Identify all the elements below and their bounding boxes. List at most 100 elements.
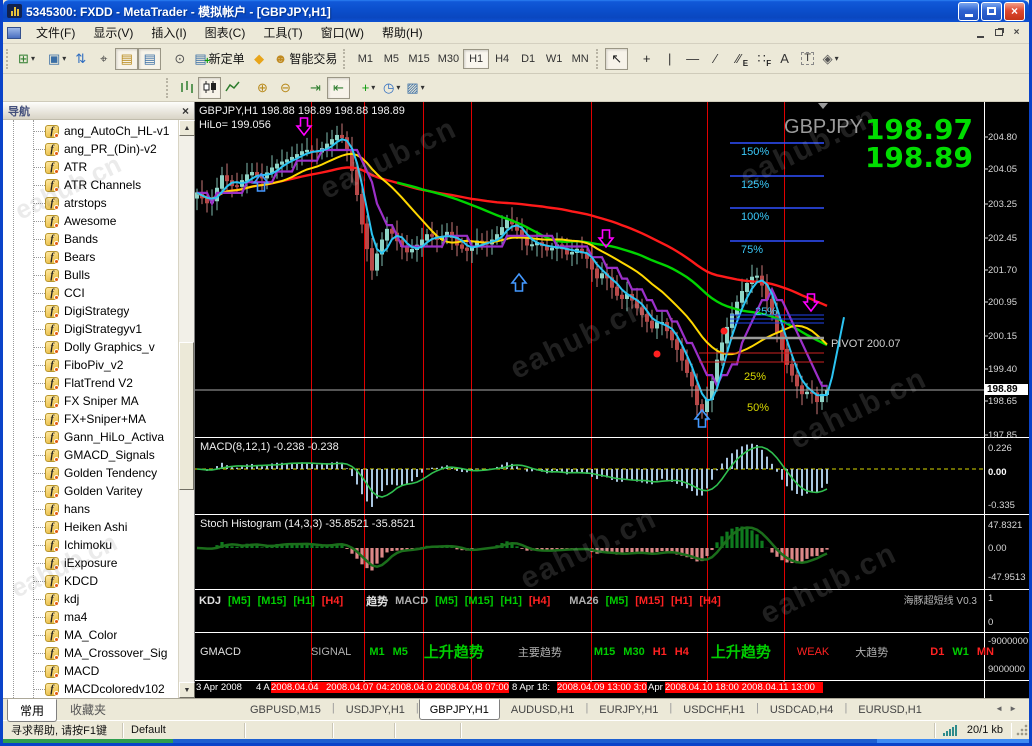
trendline-button[interactable]: ∕ (704, 48, 727, 70)
navigator-item[interactable]: f ATR (3, 158, 178, 176)
chart-tab-eurjpy-h1[interactable]: EURJPY,H1 (588, 699, 669, 720)
mdi-restore-button[interactable] (990, 25, 1007, 40)
menu-item-3[interactable]: 图表(C) (196, 21, 255, 44)
scroll-up-icon[interactable]: ▲ (179, 120, 195, 136)
horizontal-line-button[interactable]: — (681, 48, 704, 70)
new-order-button[interactable]: ▤ + 新定单 (191, 48, 247, 70)
indicators-button[interactable]: + ▾ (357, 77, 380, 99)
chart-tab-gbpjpy-h1[interactable]: GBPJPY,H1 (418, 699, 500, 720)
nav-tab-常用[interactable]: 常用 (7, 699, 58, 722)
tab-scroll-arrows[interactable]: ◄► (995, 704, 1023, 713)
scroll-down-icon[interactable]: ▼ (179, 682, 195, 698)
data-window-button[interactable]: ⌖ (92, 48, 115, 70)
metaeditor-button[interactable]: ◆ (248, 48, 271, 70)
menu-item-5[interactable]: 窗口(W) (312, 21, 373, 44)
navigator-item[interactable]: f Bulls (3, 266, 178, 284)
mdi-close-button[interactable]: × (1008, 25, 1025, 40)
fibonacci-button[interactable]: ∷ F (750, 48, 773, 70)
navigator-item[interactable]: f ang_PR_(Din)-v2 (3, 140, 178, 158)
navigator-item[interactable]: f MACD (3, 662, 178, 680)
bar-chart-button[interactable] (175, 77, 198, 99)
navigator-item[interactable]: f iExposure (3, 554, 178, 572)
navigator-item[interactable]: f atrstops (3, 194, 178, 212)
chart-tab-gbpusd-m15[interactable]: GBPUSD,M15 (239, 699, 332, 720)
profiles-button[interactable]: ▣ ▾ (45, 48, 69, 70)
navigator-item[interactable]: f MACDcoloredv102 (3, 680, 178, 698)
navigator-item[interactable]: f Ichimoku (3, 536, 178, 554)
toolbar-grip[interactable] (166, 77, 171, 98)
periods-button[interactable]: ◷ ▾ (380, 77, 403, 99)
templates-button[interactable]: ▨ ▾ (403, 77, 427, 99)
timeframe-m5-button[interactable]: M5 (378, 49, 404, 69)
navigator-item[interactable]: f DigiStrategy (3, 302, 178, 320)
navigator-item[interactable]: f Gann_HiLo_Activa (3, 428, 178, 446)
navigator-scrollbar[interactable]: ▲ ▼ (178, 120, 195, 698)
navigator-item[interactable]: f Golden Varitey (3, 482, 178, 500)
new-chart-button[interactable]: ⊞ ▾ (15, 48, 38, 70)
close-button[interactable]: × (1004, 1, 1025, 21)
mdi-minimize-button[interactable] (972, 25, 989, 40)
navigator-item[interactable]: f Awesome (3, 212, 178, 230)
navigator-item[interactable]: f GMACD_Signals (3, 446, 178, 464)
nav-tab-收藏夹[interactable]: 收藏夹 (57, 699, 119, 721)
terminal-toggle-button[interactable]: ▤ (138, 47, 162, 70)
toolbar-grip[interactable] (343, 48, 348, 69)
navigator-item[interactable]: f FX Sniper MA (3, 392, 178, 410)
chart-area[interactable]: eahub.cn eahub.cn eahub.cn eahub.cn eahu… (195, 102, 1029, 698)
text-button[interactable]: A (773, 48, 796, 70)
navigator-toggle-button[interactable]: ▤ (115, 47, 139, 70)
menu-item-1[interactable]: 显示(V) (84, 21, 142, 44)
navigator-item[interactable]: f ang_AutoCh_HL-v1 (3, 122, 178, 140)
timeframe-h1-button[interactable]: H1 (463, 48, 490, 69)
navigator-item[interactable]: f CCI (3, 284, 178, 302)
equidistant-channel-button[interactable]: ∕∕ E (727, 48, 750, 70)
resize-grip[interactable] (1015, 723, 1029, 737)
chart-tab-usdjpy-h1[interactable]: USDJPY,H1 (335, 699, 416, 720)
market-watch-button[interactable]: ⇅ (69, 48, 92, 70)
navigator-item[interactable]: f KDCD (3, 572, 178, 590)
navigator-item[interactable]: f Golden Tendency (3, 464, 178, 482)
timeframe-w1-button[interactable]: W1 (541, 49, 567, 69)
navigator-item[interactable]: f MA_Crossover_Sig (3, 644, 178, 662)
crosshair-button[interactable]: + (635, 48, 658, 70)
navigator-item[interactable]: f ma4 (3, 608, 178, 626)
zoom-out-button[interactable]: ⊖ (274, 77, 297, 99)
navigator-item[interactable]: f DigiStrategyv1 (3, 320, 178, 338)
navigator-item[interactable]: f hans (3, 500, 178, 518)
navigator-close-icon[interactable]: × (182, 104, 189, 118)
navigator-item[interactable]: f ATR Channels (3, 176, 178, 194)
arrows-tool-button[interactable]: ◈ ▾ (819, 48, 842, 70)
auto-scroll-button[interactable]: ⇤ (327, 76, 350, 99)
menu-item-2[interactable]: 插入(I) (142, 21, 195, 44)
minimize-button[interactable] (958, 1, 979, 21)
menu-item-6[interactable]: 帮助(H) (373, 21, 432, 44)
timeframe-m1-button[interactable]: M1 (352, 49, 378, 69)
candlestick-chart-button[interactable] (198, 76, 221, 99)
chart-tab-usdchf-h1[interactable]: USDCHF,H1 (672, 699, 756, 720)
vertical-line-button[interactable]: | (658, 48, 681, 70)
cursor-button[interactable]: ↖ (605, 47, 629, 70)
menu-item-4[interactable]: 工具(T) (254, 21, 311, 44)
navigator-item[interactable]: f Heiken Ashi (3, 518, 178, 536)
navigator-item[interactable]: f FX+Sniper+MA (3, 410, 178, 428)
timeframe-h4-button[interactable]: H4 (489, 49, 515, 69)
navigator-item[interactable]: f MA_Color (3, 626, 178, 644)
timeframe-mn-button[interactable]: MN (567, 49, 593, 69)
timeframe-m30-button[interactable]: M30 (434, 49, 463, 69)
toolbar-grip[interactable] (6, 48, 11, 69)
timeframe-m15-button[interactable]: M15 (404, 49, 433, 69)
maximize-button[interactable] (981, 1, 1002, 21)
navigator-item[interactable]: f Dolly Graphics_v (3, 338, 178, 356)
timeframe-d1-button[interactable]: D1 (515, 49, 541, 69)
navigator-item[interactable]: f FlatTrend V2 (3, 374, 178, 392)
text-label-button[interactable]: T (796, 48, 819, 70)
navigator-item[interactable]: f Bands (3, 230, 178, 248)
chart-tab-audusd-h1[interactable]: AUDUSD,H1 (500, 699, 586, 720)
expert-advisors-button[interactable]: ☻ 智能交易 (271, 48, 341, 70)
scrollbar-thumb[interactable] (179, 342, 194, 490)
menu-item-0[interactable]: 文件(F) (27, 21, 84, 44)
chart-tab-eurusd-h1[interactable]: EURUSD,H1 (847, 699, 933, 720)
shift-end-button[interactable]: ⇥ (304, 77, 327, 99)
navigator-item[interactable]: f FiboPiv_v2 (3, 356, 178, 374)
toolbar-grip[interactable] (596, 48, 601, 69)
